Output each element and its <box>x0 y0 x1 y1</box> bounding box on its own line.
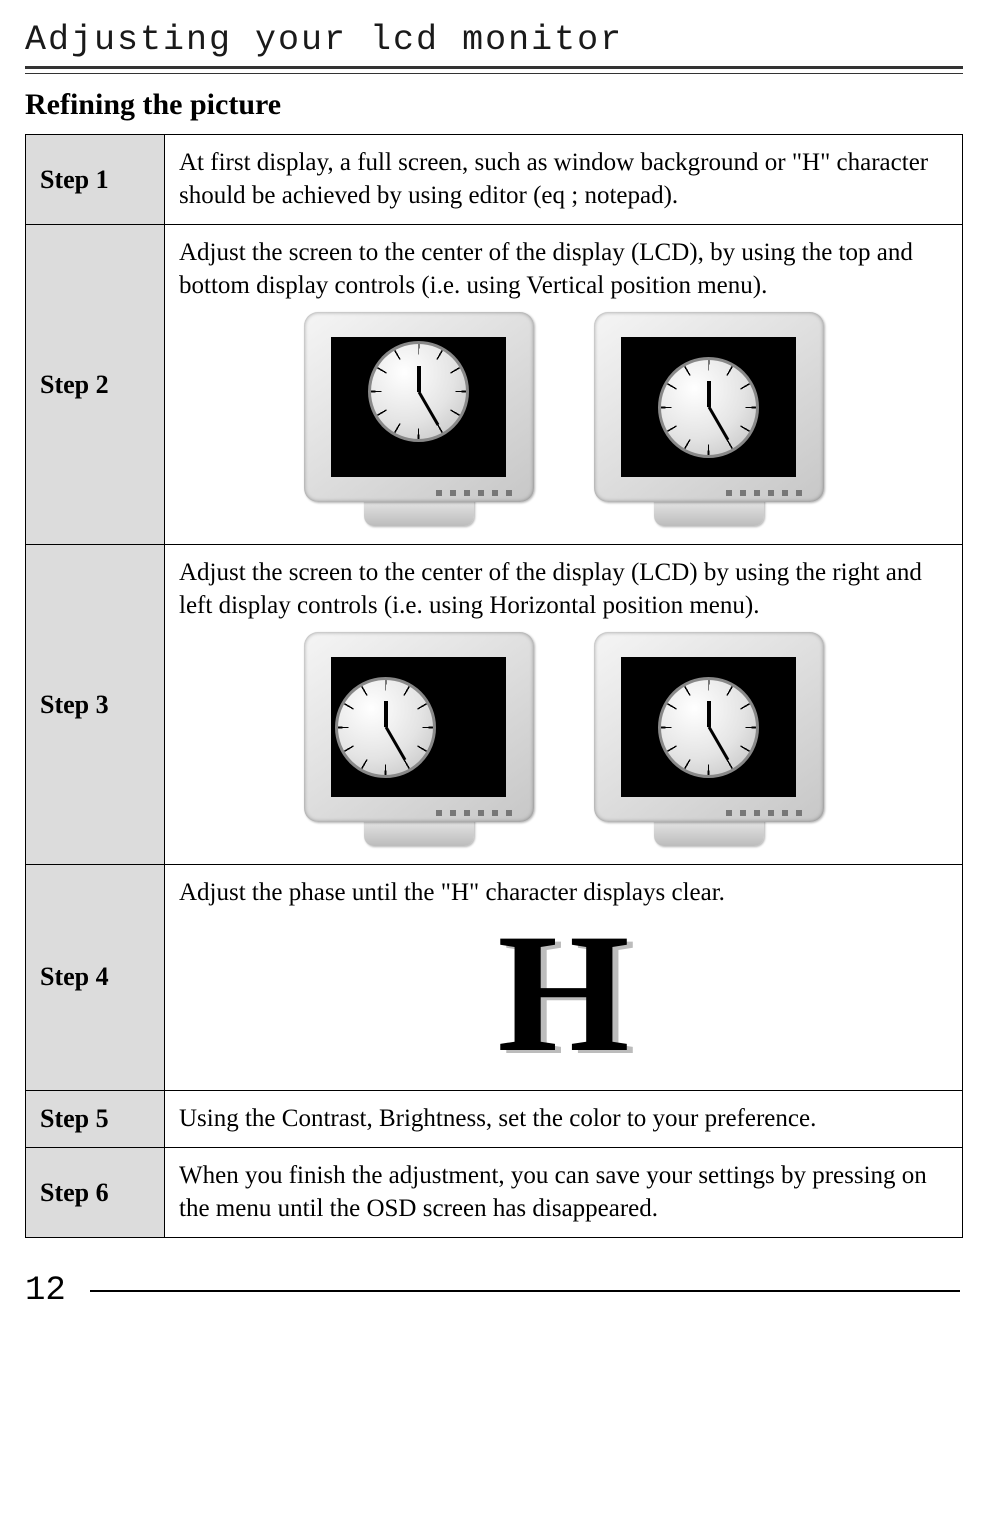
step-label: Step 3 <box>26 545 165 865</box>
step-content: At first display, a full screen, such as… <box>165 135 963 225</box>
monitor-icon <box>304 632 534 846</box>
monitor-illustration-horizontal <box>179 632 948 846</box>
step-content: Adjust the phase until the "H" character… <box>165 865 963 1091</box>
page-title: Adjusting your lcd monitor <box>25 20 963 60</box>
table-row: Step 6 When you finish the adjustment, y… <box>26 1148 963 1238</box>
step-label: Step 5 <box>26 1090 165 1148</box>
table-row: Step 2 Adjust the screen to the center o… <box>26 225 963 545</box>
monitor-icon <box>304 312 534 526</box>
h-character-icon: H <box>179 908 948 1078</box>
footer-rule <box>90 1290 960 1292</box>
step-content: Adjust the screen to the center of the d… <box>165 225 963 545</box>
page-number: 12 <box>25 1272 66 1310</box>
step-label: Step 2 <box>26 225 165 545</box>
section-heading: Refining the picture <box>25 88 963 122</box>
step-content: Using the Contrast, Brightness, set the … <box>165 1090 963 1148</box>
step-label: Step 1 <box>26 135 165 225</box>
page-footer: 12 <box>25 1272 963 1310</box>
table-row: Step 5 Using the Contrast, Brightness, s… <box>26 1090 963 1148</box>
monitor-icon <box>594 312 824 526</box>
monitor-illustration-vertical <box>179 312 948 526</box>
steps-table: Step 1 At first display, a full screen, … <box>25 134 963 1238</box>
step-text: Adjust the screen to the center of the d… <box>179 557 948 622</box>
step-label: Step 6 <box>26 1148 165 1238</box>
step-content: Adjust the screen to the center of the d… <box>165 545 963 865</box>
table-row: Step 3 Adjust the screen to the center o… <box>26 545 963 865</box>
table-row: Step 1 At first display, a full screen, … <box>26 135 963 225</box>
step-content: When you finish the adjustment, you can … <box>165 1148 963 1238</box>
title-rule <box>25 66 963 74</box>
step-label: Step 4 <box>26 865 165 1091</box>
monitor-icon <box>594 632 824 846</box>
step-text: Adjust the screen to the center of the d… <box>179 237 948 302</box>
table-row: Step 4 Adjust the phase until the "H" ch… <box>26 865 963 1091</box>
